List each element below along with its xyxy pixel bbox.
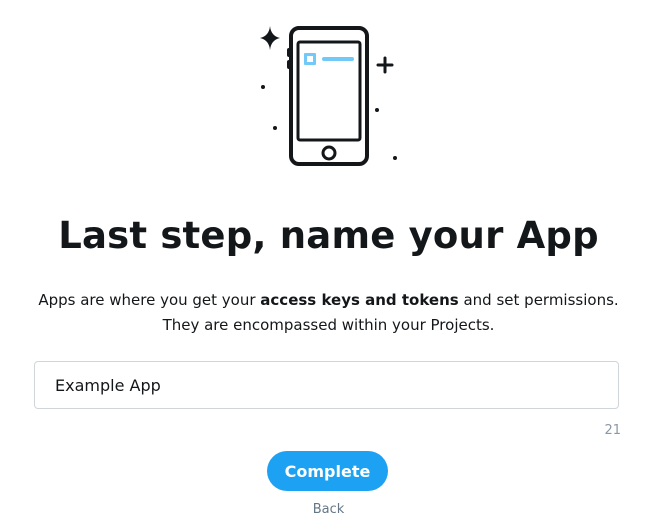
page-title: Last step, name your App: [58, 214, 599, 257]
description-text: Apps are where you get your: [38, 291, 261, 309]
character-count: 21: [604, 423, 621, 438]
dot-icon: [393, 156, 397, 160]
description-bold-text: access keys and tokens: [260, 291, 459, 309]
dot-icon: [273, 126, 277, 130]
description-line-1: Apps are where you get your access keys …: [0, 288, 657, 313]
complete-button[interactable]: Complete: [267, 451, 388, 491]
description-line-2: They are encompassed within your Project…: [162, 316, 495, 334]
phone-illustration-icon: [260, 26, 397, 166]
back-link[interactable]: Back: [0, 502, 657, 517]
sparkle-icon: [260, 26, 280, 50]
create-app-page: Last step, name your App Apps are where …: [0, 0, 657, 531]
dot-icon: [261, 85, 265, 89]
app-name-input[interactable]: [34, 361, 619, 409]
plus-sparkle-icon: [376, 56, 394, 74]
dot-icon: [375, 108, 379, 112]
page-description: Apps are where you get your access keys …: [0, 288, 657, 338]
description-text: and set permissions.: [458, 291, 619, 309]
